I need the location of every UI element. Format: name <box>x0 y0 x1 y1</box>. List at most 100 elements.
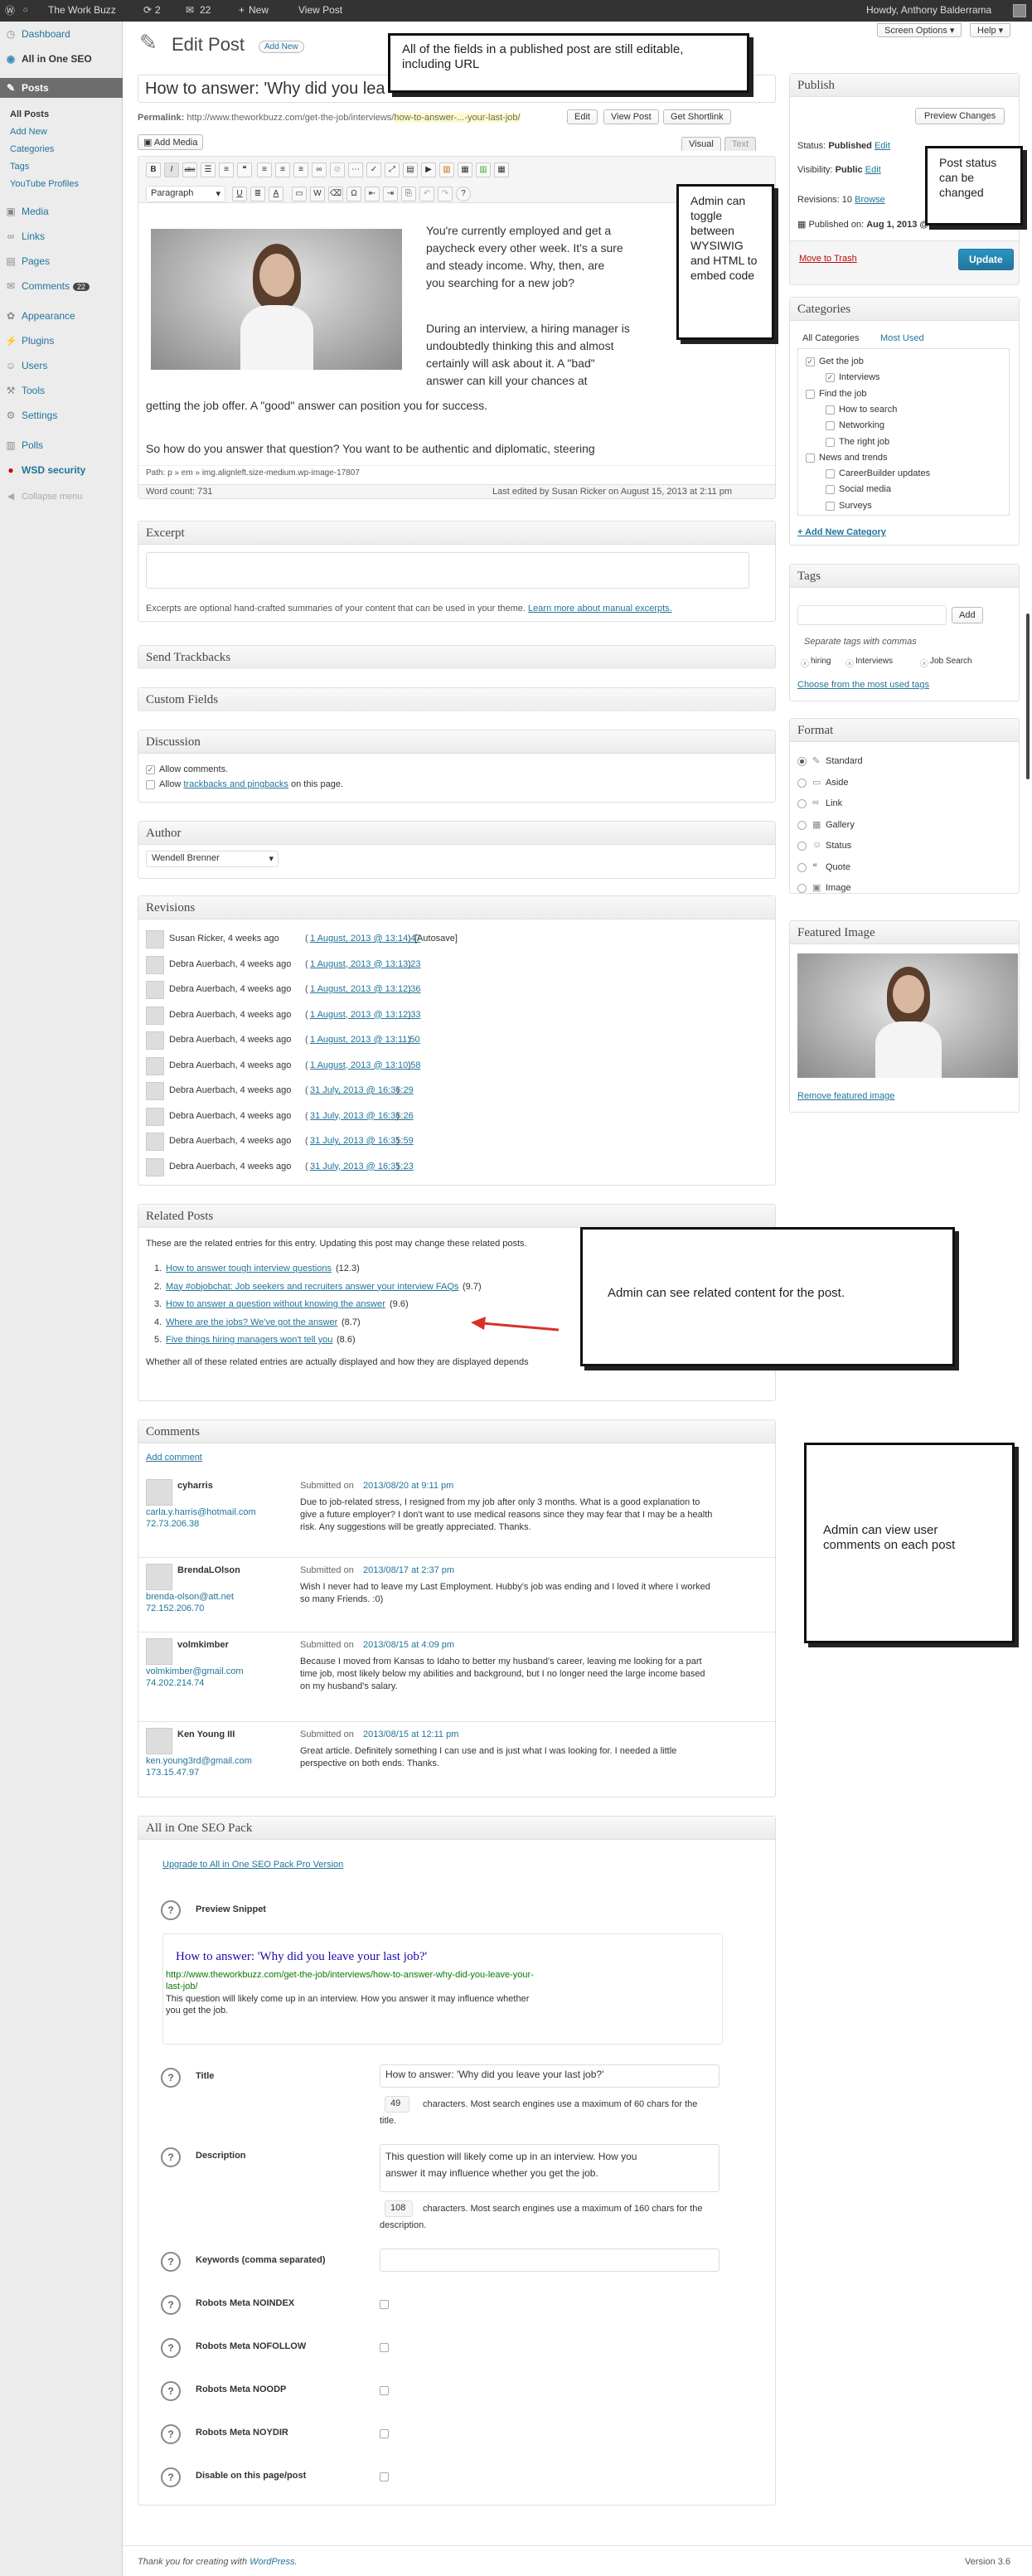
fullscreen-icon[interactable]: ⤢ <box>385 163 400 177</box>
category-checkbox[interactable]: ✓ <box>826 373 835 383</box>
category-checkbox[interactable] <box>826 469 835 479</box>
spellcheck-icon[interactable]: ✓ <box>366 163 381 177</box>
paste-text-icon[interactable]: ▭ <box>292 187 307 201</box>
permalink-slug[interactable]: how-to-answer-...-your-last-job/ <box>394 113 521 123</box>
question-icon[interactable]: ? <box>161 2424 181 2444</box>
add-new-category-link[interactable]: + Add New Category <box>797 527 886 537</box>
tab-all-categories[interactable]: All Categories <box>802 333 859 343</box>
revision-date-link[interactable]: 1 August, 2013 @ 13:10:58 <box>310 1060 421 1070</box>
format-radio[interactable] <box>797 778 807 788</box>
insert-video-icon[interactable]: ▶ <box>421 163 436 177</box>
indent-icon[interactable]: ⇥ <box>383 187 398 201</box>
related-post-link[interactable]: Five things hiring managers won't tell y… <box>166 1335 332 1345</box>
paste-word-icon[interactable]: W <box>310 187 325 201</box>
content-paragraph-3[interactable]: So how do you answer that question? You … <box>146 442 595 455</box>
category-checkbox[interactable] <box>826 405 835 415</box>
submenu-youtube-profiles[interactable]: YouTube Profiles <box>10 179 79 189</box>
question-icon[interactable]: ? <box>161 2147 181 2167</box>
question-icon[interactable]: ? <box>161 2068 181 2088</box>
seo-keywords-input[interactable] <box>380 2249 719 2272</box>
menu-polls[interactable]: ▥ Polls <box>5 439 119 451</box>
featured-image-thumbnail[interactable] <box>797 953 1018 1078</box>
text-color-icon[interactable]: A <box>269 187 283 201</box>
menu-wsd-security[interactable]: ● WSD security <box>5 464 119 476</box>
new-tag-input[interactable] <box>797 605 947 625</box>
revisions-title[interactable]: Revisions <box>138 896 775 919</box>
comment-author-ip[interactable]: 72.152.206.70 <box>146 1603 204 1613</box>
revision-date-link[interactable]: 1 August, 2013 @ 13:12:33 <box>310 1010 421 1020</box>
seo-noindex-checkbox[interactable] <box>380 2300 389 2309</box>
discussion-title[interactable]: Discussion <box>138 730 775 754</box>
bullet-list-icon[interactable]: ☰ <box>201 163 216 177</box>
comment-date-link[interactable]: 2013/08/20 at 9:11 pm <box>363 1481 453 1491</box>
content-paragraph-2a[interactable]: During an interview, a hiring manager is… <box>426 320 632 390</box>
revision-date-link[interactable]: 1 August, 2013 @ 13:14:47 <box>310 934 421 944</box>
revision-date-link[interactable]: 1 August, 2013 @ 13:13:23 <box>310 959 421 969</box>
content-paragraph-1[interactable]: You're currently employed and get a payc… <box>426 222 625 292</box>
outdent-icon[interactable]: ⇤ <box>365 187 380 201</box>
author-select[interactable]: Wendell Brenner ▾ <box>146 851 279 867</box>
question-icon[interactable]: ? <box>161 2338 181 2358</box>
category-checkbox[interactable] <box>806 389 815 399</box>
post-body-image[interactable] <box>151 229 402 370</box>
related-post-link[interactable]: Where are the jobs? We've got the answer <box>166 1317 337 1327</box>
new-content-link[interactable]: New <box>249 4 269 16</box>
comment-author-ip[interactable]: 173.15.47.97 <box>146 1768 199 1778</box>
menu-links[interactable]: ∞ Links <box>5 230 119 242</box>
view-post-button[interactable]: View Post <box>603 109 659 124</box>
comment-date-link[interactable]: 2013/08/15 at 12:11 pm <box>363 1729 458 1739</box>
content-paragraph-2b[interactable]: getting the job offer. A "good" answer c… <box>146 399 487 412</box>
menu-comments[interactable]: ✉ Comments 22 <box>5 280 119 292</box>
justify-icon[interactable]: ≣ <box>250 187 265 201</box>
tag-remove-icon[interactable]: ⓧ <box>801 657 809 669</box>
question-icon[interactable]: ? <box>161 2467 181 2487</box>
category-checkbox[interactable] <box>826 437 835 447</box>
help-icon[interactable]: ? <box>456 187 471 201</box>
special-character-icon[interactable]: Ω <box>346 187 361 201</box>
seo-title-input[interactable]: How to answer: 'Why did you leave your l… <box>380 2064 719 2088</box>
comment-author-ip[interactable]: 74.202.214.74 <box>146 1678 204 1688</box>
format-radio[interactable] <box>797 842 807 851</box>
related-post-link[interactable]: May #objobchat: Job seekers and recruite… <box>166 1282 458 1292</box>
format-radio[interactable] <box>797 884 807 893</box>
category-checkbox[interactable] <box>826 501 835 511</box>
seo-nofollow-checkbox[interactable] <box>380 2343 389 2352</box>
question-icon[interactable]: ? <box>161 2295 181 2315</box>
menu-plugins[interactable]: ⚡ Plugins <box>5 335 119 347</box>
format-select[interactable]: Paragraph ▾ <box>146 186 225 202</box>
move-to-trash-link[interactable]: Move to Trash <box>799 254 857 264</box>
comment-date-link[interactable]: 2013/08/15 at 4:09 pm <box>363 1640 454 1650</box>
format-radio[interactable] <box>797 820 807 830</box>
wordpress-logo-icon[interactable]: Ⓦ <box>5 3 15 17</box>
submenu-categories[interactable]: Categories <box>10 144 54 154</box>
preview-changes-button[interactable]: Preview Changes <box>915 108 1005 124</box>
collapse-menu-button[interactable]: ◀ Collapse menu <box>5 491 119 502</box>
blockquote-icon[interactable]: ❝ <box>237 163 252 177</box>
seo-noodp-checkbox[interactable] <box>380 2386 389 2395</box>
excerpt-learn-more-link[interactable]: Learn more about manual excerpts. <box>528 604 672 614</box>
unlink-icon[interactable]: ⊘ <box>330 163 345 177</box>
align-center-icon[interactable]: ≡ <box>275 163 290 177</box>
tags-title[interactable]: Tags <box>790 565 1019 588</box>
category-checkbox[interactable] <box>826 421 835 431</box>
related-post-link[interactable]: How to answer a question without knowing… <box>166 1299 385 1309</box>
comment-date-link[interactable]: 2013/08/17 at 2:37 pm <box>363 1565 454 1575</box>
comment-author-email[interactable]: brenda-olson@att.net <box>146 1592 234 1602</box>
submenu-tags[interactable]: Tags <box>10 162 29 172</box>
italic-icon[interactable]: I <box>164 163 179 177</box>
paste-icon[interactable]: ⎘ <box>401 187 416 201</box>
comments-title[interactable]: Comments <box>138 1420 775 1443</box>
seo-upgrade-link[interactable]: Upgrade to All in One SEO Pack Pro Versi… <box>162 1860 343 1870</box>
status-edit-link[interactable]: Edit <box>875 141 890 151</box>
more-tag-icon[interactable]: ⋯ <box>348 163 363 177</box>
categories-title[interactable]: Categories <box>790 298 1019 321</box>
undo-icon[interactable]: ↶ <box>419 187 434 201</box>
submenu-add-new[interactable]: Add New <box>10 127 47 137</box>
chart-icon[interactable]: ▥ <box>476 163 491 177</box>
format-radio[interactable] <box>797 862 807 872</box>
category-checkbox[interactable] <box>806 453 815 463</box>
revisions-browse-link[interactable]: Browse <box>855 195 885 205</box>
tag-remove-icon[interactable]: ⓧ <box>845 657 854 669</box>
related-posts-title[interactable]: Related Posts <box>138 1205 775 1228</box>
comment-author-email[interactable]: ken.young3rd@gmail.com <box>146 1756 252 1766</box>
